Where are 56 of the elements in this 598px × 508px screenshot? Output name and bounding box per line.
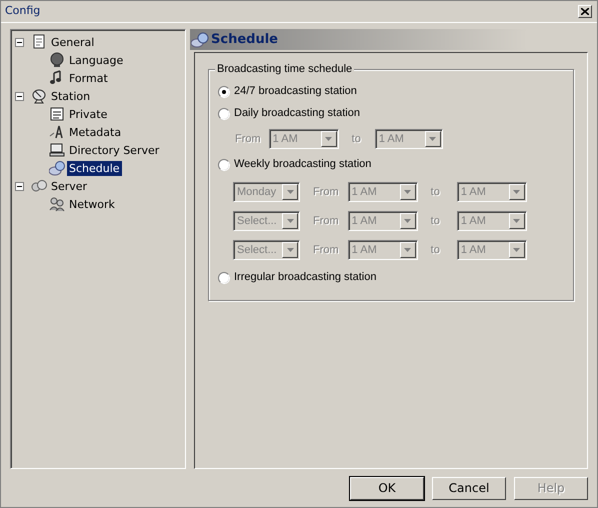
tree-item[interactable]: Private	[67, 106, 110, 122]
option-label: Weekly broadcasting station	[234, 158, 372, 171]
globe-icon	[49, 52, 65, 68]
caret-icon	[404, 219, 412, 223]
collapse-icon[interactable]	[15, 182, 24, 190]
dialog-button[interactable]: OK	[350, 476, 424, 500]
disk-icon	[191, 32, 209, 48]
option-label: Irregular broadcasting station	[234, 271, 376, 284]
collapse-icon[interactable]	[15, 38, 24, 46]
tree-item[interactable]: Format	[67, 70, 110, 86]
tree-item[interactable]: Metadata	[67, 124, 124, 140]
option-label: Daily broadcasting station	[234, 107, 360, 120]
caret-icon	[286, 190, 294, 194]
panel-title: Schedule	[211, 30, 278, 49]
caret-icon	[286, 219, 294, 223]
radio-button[interactable]	[218, 272, 230, 284]
caret-icon	[404, 248, 412, 252]
tree-item[interactable]: Language	[67, 52, 126, 68]
computer-icon	[49, 142, 65, 158]
to-label: to	[352, 132, 361, 146]
to-label: to	[430, 244, 440, 256]
dialog-button[interactable]: Cancel	[432, 476, 506, 500]
from-label: From	[235, 132, 261, 146]
document-icon	[49, 106, 65, 122]
letter-a-icon	[49, 124, 65, 140]
satellite-dish-icon	[31, 88, 47, 104]
tree-item[interactable]: Station	[49, 88, 92, 104]
tree-item[interactable]: Network	[67, 196, 117, 212]
radio-button[interactable]	[218, 86, 230, 98]
window-title: Config	[5, 3, 40, 20]
option-label: 24/7 broadcasting station	[234, 85, 357, 98]
to-label: to	[430, 186, 440, 198]
close-button[interactable]	[578, 5, 592, 18]
caret-icon	[325, 137, 332, 141]
tree-item[interactable]: Directory Server	[67, 142, 162, 158]
page-icon	[31, 34, 47, 50]
caret-icon	[429, 137, 436, 141]
people-icon	[49, 196, 65, 212]
caret-icon	[404, 190, 412, 194]
caret-icon	[513, 190, 520, 194]
radio-button[interactable]	[218, 108, 230, 120]
tree-item[interactable]: Server	[49, 178, 90, 194]
from-label: From	[313, 214, 339, 228]
close-icon	[581, 8, 589, 15]
group-title: Broadcasting time schedule	[215, 63, 354, 76]
disk-icon	[49, 160, 65, 176]
collapse-icon[interactable]	[15, 92, 24, 100]
tree-item[interactable]: Schedule	[67, 160, 122, 176]
caret-icon	[513, 219, 520, 223]
caret-icon	[286, 248, 294, 252]
tree-item[interactable]: General	[49, 34, 96, 50]
to-label: to	[430, 214, 440, 228]
caret-icon	[513, 248, 520, 252]
radio-button[interactable]	[218, 158, 230, 170]
from-label: From	[313, 244, 339, 256]
from-label: From	[313, 186, 339, 198]
